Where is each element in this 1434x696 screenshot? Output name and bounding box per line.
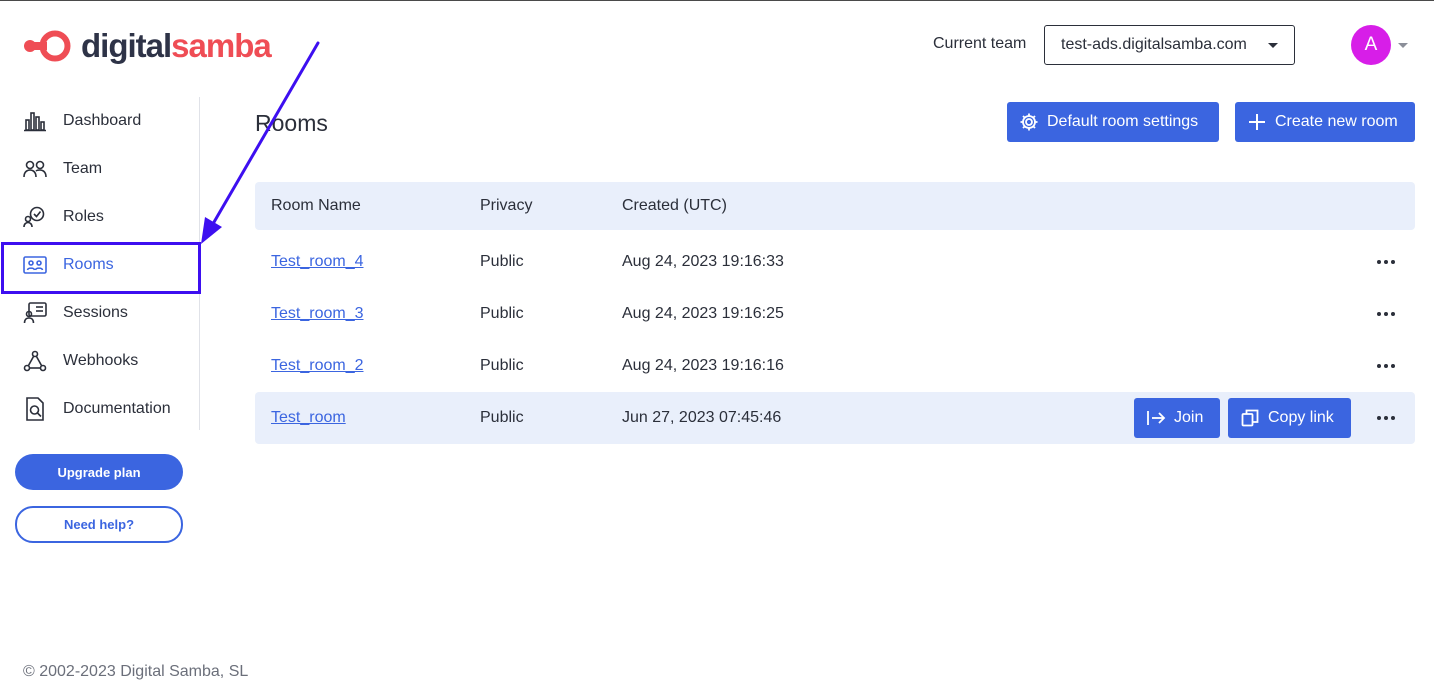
logo-text: digitalsamba bbox=[81, 27, 272, 64]
default-room-settings-label: Default room settings bbox=[1047, 113, 1199, 130]
sidebar-item-label: Documentation bbox=[63, 400, 171, 417]
room-name-link[interactable]: Test_room_3 bbox=[271, 305, 364, 323]
sidebar-item-label: Roles bbox=[63, 208, 104, 225]
current-team-label: Current team bbox=[933, 35, 1027, 52]
sidebar-item-rooms[interactable]: Rooms bbox=[0, 241, 199, 289]
sidebar-item-label: Webhooks bbox=[63, 352, 139, 369]
create-new-room-button[interactable]: Create new room bbox=[1235, 102, 1415, 142]
webhooks-icon bbox=[22, 348, 48, 374]
header-privacy: Privacy bbox=[480, 197, 533, 214]
room-created: Jun 27, 2023 07:45:46 bbox=[622, 409, 782, 426]
room-created: Aug 24, 2023 19:16:25 bbox=[622, 305, 784, 322]
sidebar-item-roles[interactable]: Roles bbox=[0, 193, 199, 241]
logo-text-samba: samba bbox=[171, 27, 272, 64]
rooms-table: Room Name Privacy Created (UTC) Test_roo… bbox=[255, 182, 1415, 444]
more-options-icon[interactable] bbox=[1377, 356, 1395, 376]
team-icon bbox=[22, 156, 48, 182]
table-header-row: Room Name Privacy Created (UTC) bbox=[255, 182, 1415, 230]
room-created: Aug 24, 2023 19:16:16 bbox=[622, 357, 784, 374]
sidebar-item-label: Dashboard bbox=[63, 112, 142, 129]
table-row[interactable]: Test_room_2 Public Aug 24, 2023 19:16:16 bbox=[255, 340, 1415, 392]
table-row[interactable]: Test_room Public Jun 27, 2023 07:45:46 J… bbox=[255, 392, 1415, 444]
header-created: Created (UTC) bbox=[622, 197, 727, 214]
sidebar-item-label: Rooms bbox=[63, 256, 114, 273]
sessions-icon bbox=[22, 300, 48, 326]
sidebar: Dashboard Team Roles Rooms Sessions Webh… bbox=[0, 97, 200, 430]
logo-text-digital: digital bbox=[81, 27, 172, 64]
room-created: Aug 24, 2023 19:16:33 bbox=[622, 253, 784, 270]
upgrade-plan-button[interactable]: Upgrade plan bbox=[15, 454, 183, 490]
room-name-link[interactable]: Test_room bbox=[271, 409, 346, 427]
room-privacy: Public bbox=[480, 305, 524, 322]
more-options-icon[interactable] bbox=[1377, 408, 1395, 428]
team-select[interactable]: test-ads.digitalsamba.com bbox=[1044, 25, 1295, 65]
default-room-settings-button[interactable]: Default room settings bbox=[1007, 102, 1219, 142]
need-help-button[interactable]: Need help? bbox=[15, 506, 183, 543]
sidebar-item-webhooks[interactable]: Webhooks bbox=[0, 337, 199, 385]
room-privacy: Public bbox=[480, 253, 524, 270]
more-options-icon[interactable] bbox=[1377, 304, 1395, 324]
caret-down-icon bbox=[1268, 43, 1278, 48]
team-select-value: test-ads.digitalsamba.com bbox=[1061, 36, 1247, 53]
room-privacy: Public bbox=[480, 357, 524, 374]
sidebar-item-team[interactable]: Team bbox=[0, 145, 199, 193]
footer-copyright: © 2002-2023 Digital Samba, SL bbox=[23, 663, 249, 680]
sidebar-item-dashboard[interactable]: Dashboard bbox=[0, 97, 199, 145]
page-title: Rooms bbox=[255, 110, 328, 136]
copy-link-button[interactable]: Copy link bbox=[1228, 398, 1351, 438]
room-name-link[interactable]: Test_room_2 bbox=[271, 357, 364, 375]
header-room-name: Room Name bbox=[271, 197, 361, 214]
documentation-icon bbox=[22, 396, 48, 422]
create-new-room-label: Create new room bbox=[1275, 113, 1398, 130]
avatar[interactable]: A bbox=[1351, 25, 1391, 65]
logo[interactable]: digitalsamba bbox=[23, 27, 272, 64]
join-button[interactable]: Join bbox=[1134, 398, 1220, 438]
room-name-link[interactable]: Test_room_4 bbox=[271, 253, 364, 271]
gear-icon bbox=[1019, 112, 1039, 132]
rooms-icon bbox=[22, 252, 48, 278]
sidebar-item-label: Team bbox=[63, 160, 103, 177]
room-privacy: Public bbox=[480, 409, 524, 426]
plus-icon bbox=[1247, 112, 1267, 132]
avatar-initial: A bbox=[1364, 34, 1378, 55]
copy-icon bbox=[1240, 408, 1260, 428]
join-label: Join bbox=[1174, 409, 1204, 426]
sidebar-item-sessions[interactable]: Sessions bbox=[0, 289, 199, 337]
copy-link-label: Copy link bbox=[1268, 409, 1334, 426]
avatar-caret-down-icon[interactable] bbox=[1398, 43, 1408, 48]
bar-chart-icon bbox=[22, 108, 48, 134]
roles-icon bbox=[22, 204, 48, 230]
sign-in-icon bbox=[1146, 408, 1166, 428]
table-row[interactable]: Test_room_4 Public Aug 24, 2023 19:16:33 bbox=[255, 236, 1415, 288]
table-row[interactable]: Test_room_3 Public Aug 24, 2023 19:16:25 bbox=[255, 288, 1415, 340]
more-options-icon[interactable] bbox=[1377, 252, 1395, 272]
logo-mark-icon bbox=[24, 30, 71, 62]
sidebar-item-label: Sessions bbox=[63, 304, 128, 321]
sidebar-item-documentation[interactable]: Documentation bbox=[0, 385, 199, 433]
